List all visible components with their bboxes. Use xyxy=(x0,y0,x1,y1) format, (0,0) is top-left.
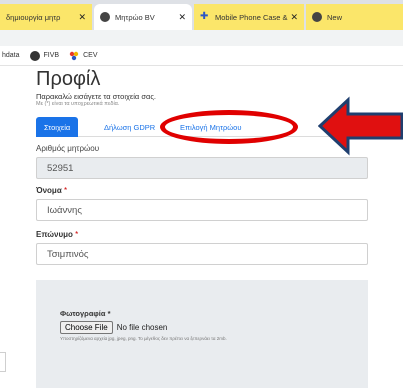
bookmark-cev[interactable]: CEV xyxy=(69,51,98,61)
last-name-label-text: Επώνυμο xyxy=(36,230,73,239)
tab-2-label: Μητρώο BV xyxy=(115,12,155,22)
required-note: Με (*) είναι τα υποχρεωτικά πεδία. xyxy=(36,101,120,107)
photo-upload-panel: Φωτογραφία * Choose File No file chosen … xyxy=(36,280,368,388)
bookmark-fivb[interactable]: FIVB xyxy=(29,50,60,61)
arrow-icon xyxy=(318,96,403,156)
browser-tab-1[interactable]: δημιουργία μητρ ✕ xyxy=(0,4,92,30)
bookmark-label: hdata xyxy=(2,52,20,59)
site-icon xyxy=(312,12,322,22)
close-icon[interactable]: ✕ xyxy=(78,12,86,23)
bookmark-label: FIVB xyxy=(43,52,60,59)
close-icon[interactable]: ✕ xyxy=(290,12,298,23)
browser-tab-3[interactable]: ✚ Mobile Phone Case & ✕ xyxy=(194,4,304,30)
file-help-text: Υποστηρίζόμενα αρχεία jpg, jpeg, png. Το… xyxy=(60,336,227,341)
browser-tab-4[interactable]: New xyxy=(306,4,403,30)
choose-file-button[interactable]: Choose File xyxy=(60,321,113,334)
tab-gdpr[interactable]: Δήλωση GDPR xyxy=(96,117,163,137)
tab-details[interactable]: Στοιχεία xyxy=(36,117,79,137)
required-mark: * xyxy=(63,186,68,195)
tab-1-label: δημιουργία μητρ xyxy=(6,12,61,22)
page-subtitle: Παρακαλώ εισάγετε τα στοιχεία σας. xyxy=(36,92,157,101)
first-name-label: Όνομα * xyxy=(36,186,67,195)
page-title: Προφίλ xyxy=(36,68,101,90)
file-status: No file chosen xyxy=(116,323,168,332)
file-input[interactable]: Choose File No file chosen xyxy=(60,321,167,334)
required-mark: * xyxy=(107,309,111,318)
cev-icon xyxy=(69,51,79,61)
star-icon: ✚ xyxy=(200,11,209,22)
registry-number-field: 52951 xyxy=(36,157,368,179)
side-widget xyxy=(0,352,6,372)
close-icon[interactable]: ✕ xyxy=(178,12,186,23)
fivb-icon xyxy=(29,50,40,61)
photo-label: Φωτογραφία * xyxy=(60,309,111,318)
site-icon xyxy=(100,12,110,22)
bookmark-hdata[interactable]: hdata xyxy=(2,52,20,59)
bookmark-label: CEV xyxy=(83,52,98,59)
browser-tab-strip: δημιουργία μητρ ✕ Μητρώο BV ✕ ✚ Mobile P… xyxy=(0,0,403,30)
browser-tab-2[interactable]: Μητρώο BV ✕ xyxy=(94,4,192,30)
bookmarks-bar: hdata FIVB CEV xyxy=(0,46,403,66)
last-name-label: Επώνυμο * xyxy=(36,230,78,239)
required-mark: * xyxy=(75,230,79,239)
registry-number-label: Αριθμός μητρώου xyxy=(36,144,100,153)
address-bar[interactable] xyxy=(0,30,403,46)
tab-4-label: New xyxy=(327,12,343,22)
highlight-ellipse xyxy=(160,110,298,144)
tab-3-label: Mobile Phone Case & xyxy=(215,12,288,22)
first-name-input[interactable]: Ιωάννης xyxy=(36,199,368,221)
photo-label-text: Φωτογραφία xyxy=(60,309,106,318)
last-name-input[interactable]: Τσιμπινός xyxy=(36,243,368,265)
first-name-label-text: Όνομα xyxy=(36,186,62,195)
